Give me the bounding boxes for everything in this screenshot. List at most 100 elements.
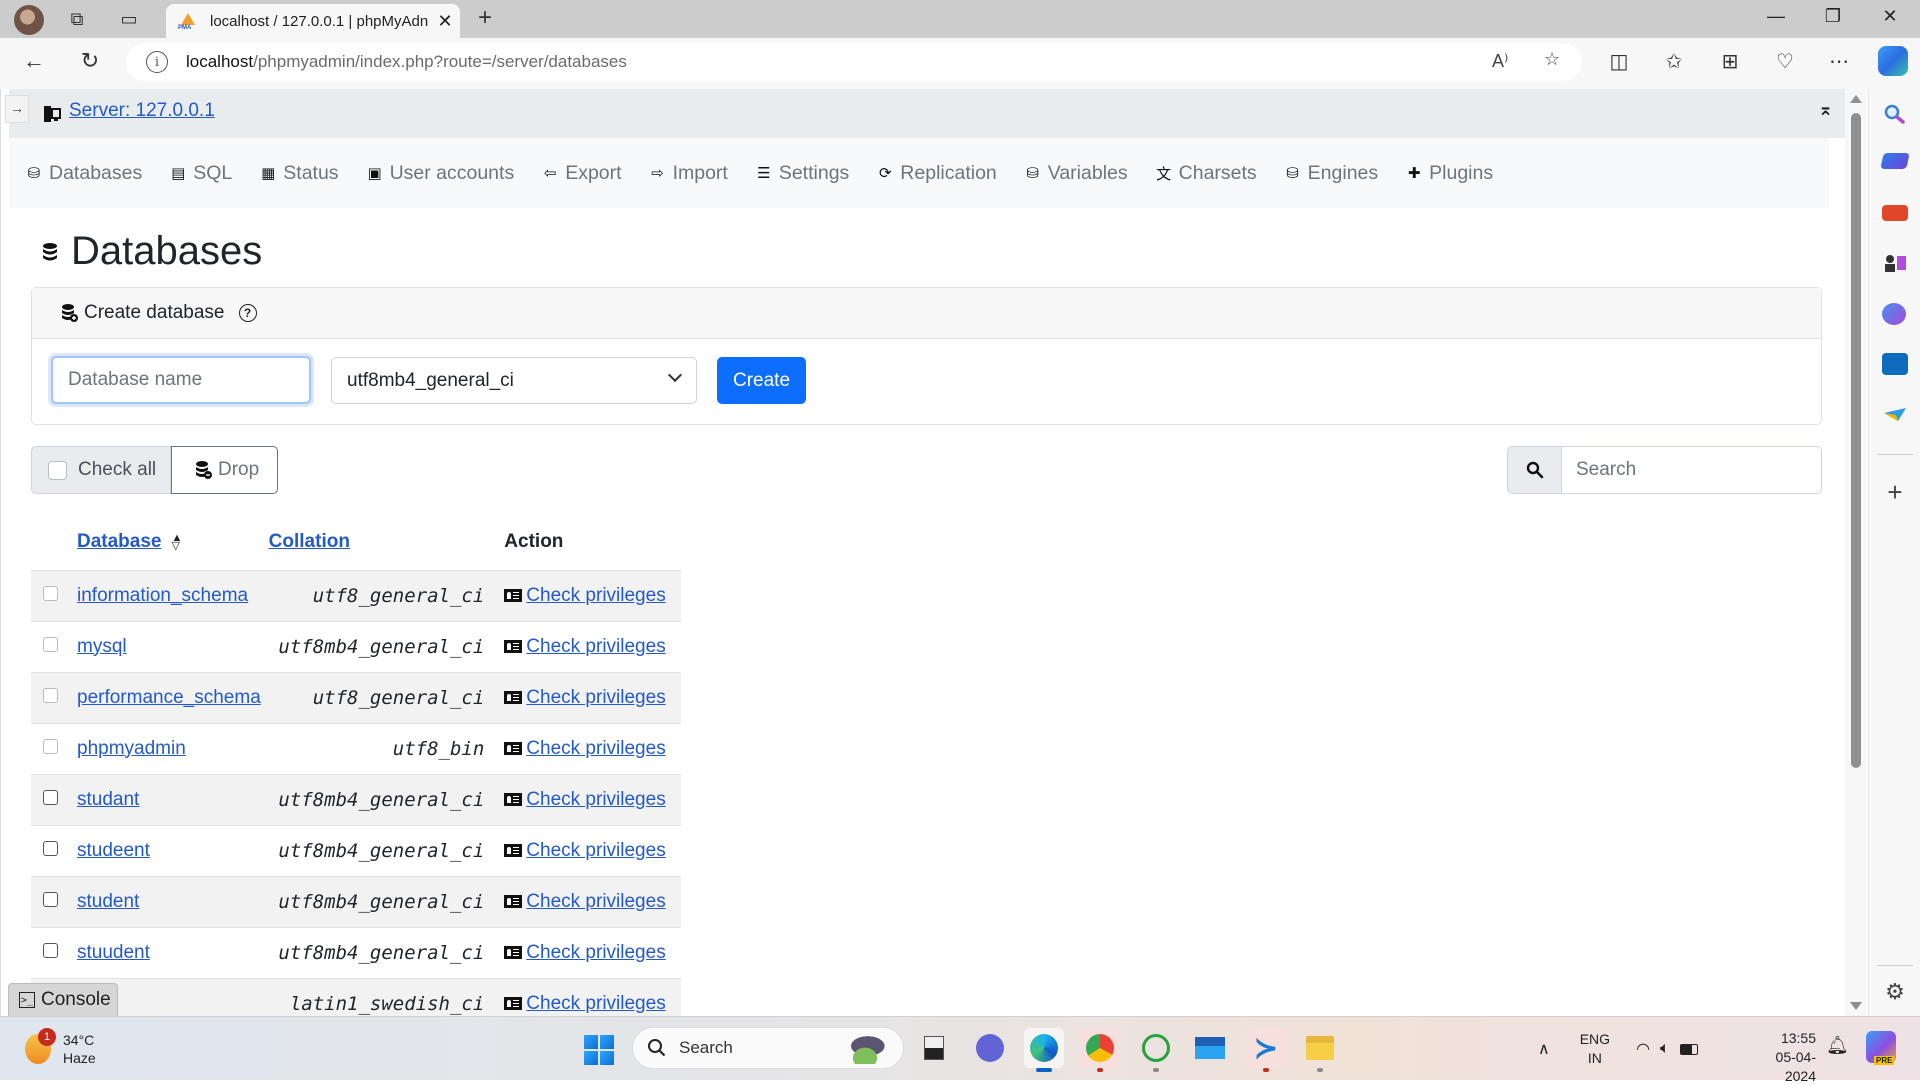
weather-widget[interactable]: 1 34°C Haze <box>25 1028 96 1067</box>
profile-avatar[interactable] <box>14 5 44 35</box>
database-link[interactable]: information_schema <box>77 585 248 606</box>
new-tab-button[interactable]: + <box>478 4 492 32</box>
check-privileges-link[interactable]: Check privileges <box>526 585 665 606</box>
search-input[interactable] <box>1562 447 1821 493</box>
page-scrollbar[interactable] <box>1845 89 1867 1016</box>
database-link[interactable]: stuudent <box>77 942 150 963</box>
telegram-icon[interactable] <box>1882 405 1908 427</box>
vscode-icon[interactable]: ≻ <box>1246 1028 1286 1072</box>
checkbox[interactable] <box>48 460 67 480</box>
search-sidebar-icon[interactable] <box>1882 103 1908 125</box>
chrome-taskbar-icon[interactable] <box>1080 1028 1120 1072</box>
scroll-down-arrow[interactable] <box>1850 1002 1862 1010</box>
mail-icon[interactable] <box>1190 1028 1230 1068</box>
browser-essentials-icon[interactable]: ♡ <box>1768 49 1802 74</box>
row-checkbox[interactable] <box>43 585 58 601</box>
sidebar-settings-icon[interactable]: ⚙ <box>1882 981 1908 1003</box>
back-icon[interactable]: ← <box>18 48 50 74</box>
database-link[interactable]: studeent <box>77 840 150 861</box>
tools-icon[interactable] <box>1882 205 1908 221</box>
refresh-icon[interactable]: ↻ <box>74 48 106 74</box>
tab-export[interactable]: ⇦ Export <box>541 162 622 185</box>
collapse-top-icon[interactable]: ⌅ <box>1818 99 1833 120</box>
database-link[interactable]: performance_schema <box>77 687 261 708</box>
tab-plugins[interactable]: ✚ Plugins <box>1405 162 1493 185</box>
tab-sql[interactable]: ▤ SQL <box>169 162 232 185</box>
more-menu-icon[interactable]: ⋯ <box>1822 49 1856 74</box>
taskbar-search[interactable]: Search <box>632 1027 904 1069</box>
task-view-icon[interactable] <box>914 1028 954 1068</box>
start-button[interactable] <box>584 1035 614 1065</box>
server-link[interactable]: Server: 127.0.0.1 <box>69 100 215 122</box>
tab-variables[interactable]: ⛁ Variables <box>1024 162 1127 185</box>
browser-tab-active[interactable]: PMA localhost / 127.0.0.1 | phpMyAdn ✕ <box>166 4 460 38</box>
clock[interactable]: 13:55 05-04-2024 <box>1760 1029 1816 1086</box>
collation-select[interactable]: utf8mb4_general_ci <box>331 357 697 404</box>
tab-user-accounts[interactable]: ▣ User accounts <box>366 162 514 185</box>
tab-replication[interactable]: ⟳ Replication <box>876 162 997 185</box>
site-info-icon[interactable]: i <box>146 51 168 73</box>
scrollbar-thumb[interactable] <box>1851 113 1861 768</box>
favorite-star-icon[interactable]: ☆ <box>1544 49 1560 70</box>
database-link[interactable]: student <box>77 891 139 912</box>
row-checkbox[interactable] <box>43 636 58 652</box>
scroll-up-arrow[interactable] <box>1850 95 1862 103</box>
check-all-checkbox[interactable]: Check all <box>31 446 171 494</box>
language-indicator[interactable]: ENG IN <box>1580 1030 1610 1068</box>
vertical-tabs-icon[interactable]: ▭ <box>116 6 142 32</box>
check-privileges-link[interactable]: Check privileges <box>526 993 665 1014</box>
check-privileges-link[interactable]: Check privileges <box>526 891 665 912</box>
microsoft-365-icon[interactable] <box>1882 303 1906 325</box>
drop-button[interactable]: Drop <box>171 446 278 494</box>
tab-charsets[interactable]: 文 Charsets <box>1155 162 1257 185</box>
row-checkbox[interactable] <box>43 891 58 907</box>
wifi-icon[interactable]: ◠ <box>1636 1039 1650 1059</box>
database-link[interactable]: studant <box>77 789 139 810</box>
notifications-bell-icon[interactable]: 🔔︎ <box>1826 1035 1849 1056</box>
check-privileges-link[interactable]: Check privileges <box>526 840 665 861</box>
check-privileges-link[interactable]: Check privileges <box>526 687 665 708</box>
edge-taskbar-icon[interactable] <box>1024 1028 1064 1072</box>
battery-icon[interactable] <box>1679 1043 1698 1055</box>
tab-status[interactable]: ▦ Status <box>259 162 338 185</box>
help-icon[interactable]: ? <box>238 304 257 322</box>
check-privileges-link[interactable]: Check privileges <box>526 789 665 810</box>
tab-settings[interactable]: ☰ Settings <box>755 162 849 185</box>
sort-by-database-link[interactable]: Database <box>77 531 162 552</box>
teams-meet-icon[interactable] <box>970 1028 1010 1068</box>
database-link[interactable]: phpmyadmin <box>77 738 186 759</box>
collections-icon[interactable]: ⊞ <box>1713 49 1747 74</box>
games-icon[interactable] <box>1882 252 1908 274</box>
copilot-taskbar-icon[interactable]: PRE <box>1866 1031 1896 1065</box>
minimize-button[interactable]: — <box>1756 6 1796 27</box>
database-link[interactable]: mysql <box>77 636 127 657</box>
show-hidden-icons-chevron[interactable]: ∧ <box>1538 1039 1550 1059</box>
check-privileges-link[interactable]: Check privileges <box>526 636 665 657</box>
check-privileges-link[interactable]: Check privileges <box>526 942 665 963</box>
row-checkbox[interactable] <box>43 840 58 856</box>
database-name-input[interactable] <box>51 356 311 404</box>
restore-button[interactable]: ❐ <box>1813 6 1853 27</box>
address-bar[interactable]: i localhost/phpmyadmin/index.php?route=/… <box>126 43 1582 81</box>
add-sidebar-app-icon[interactable]: + <box>1882 479 1908 505</box>
row-checkbox[interactable] <box>43 789 58 805</box>
check-privileges-link[interactable]: Check privileges <box>526 738 665 759</box>
tab-databases[interactable]: ⛁ Databases <box>25 162 143 185</box>
tab-engines[interactable]: ⛁ Engines <box>1284 162 1378 185</box>
workspaces-icon[interactable]: ⧉ <box>64 6 90 32</box>
row-checkbox[interactable] <box>43 687 58 703</box>
sort-icon[interactable]: ▲ ▽ <box>172 532 183 551</box>
file-explorer-icon[interactable] <box>1300 1028 1340 1072</box>
close-window-button[interactable]: ✕ <box>1870 6 1910 27</box>
console-toggle[interactable]: >_ Console <box>8 983 118 1016</box>
sort-by-collation-link[interactable]: Collation <box>269 531 350 552</box>
close-tab-icon[interactable]: ✕ <box>430 11 460 32</box>
expand-navigation-button[interactable]: → <box>5 95 29 123</box>
volume-icon[interactable]: 🔈︎ <box>1660 1040 1670 1058</box>
copilot-icon[interactable] <box>1878 46 1908 76</box>
whatsapp-icon[interactable] <box>1136 1028 1176 1072</box>
outlook-icon[interactable] <box>1882 353 1908 375</box>
shopping-icon[interactable] <box>1880 153 1910 169</box>
read-aloud-icon[interactable]: A⁾ <box>1492 51 1508 72</box>
tab-import[interactable]: ⇨ Import <box>649 162 728 185</box>
